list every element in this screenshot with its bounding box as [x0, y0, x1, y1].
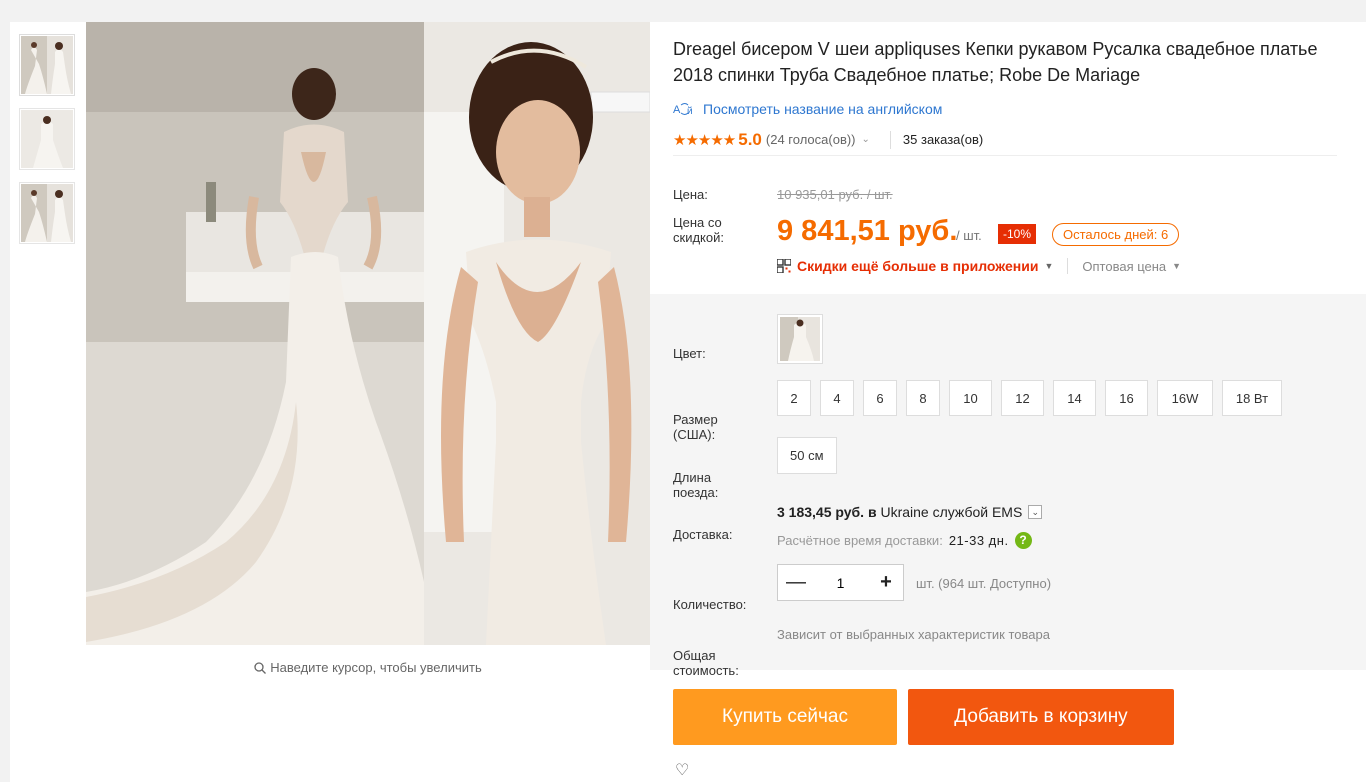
total-price-label-line2: стоимость: — [673, 663, 739, 678]
size-option[interactable]: 16W — [1157, 380, 1213, 416]
thumbnail-3[interactable] — [19, 182, 75, 244]
per-unit: / шт. — [956, 228, 982, 243]
eta-value: 21-33 дн. — [948, 533, 1009, 548]
svg-text:A: A — [673, 104, 681, 116]
shipping-dropdown-icon[interactable]: ⌄ — [1028, 505, 1043, 519]
dress-thumb-image — [21, 36, 73, 94]
help-icon[interactable]: ? — [1014, 532, 1032, 549]
color-swatch-image — [780, 317, 820, 361]
caret-down-icon[interactable]: ▼ — [1044, 261, 1053, 271]
wedding-dress-photo — [86, 22, 650, 645]
app-discount-link[interactable]: Скидки ещё больше в приложении — [797, 258, 1038, 274]
train-length-label: Длина поезда: — [673, 470, 718, 500]
available-stock: шт. (964 шт. Доступно) — [916, 576, 1052, 591]
zoom-hint: Наведите курсор, чтобы увеличить — [86, 660, 650, 675]
dress-thumb-image — [21, 184, 73, 242]
rating-votes[interactable]: (24 голоса(ов)) — [766, 132, 856, 147]
orders-count: 35 заказа(ов) — [902, 132, 984, 147]
svg-text:й: й — [687, 106, 693, 116]
total-price-label-line1: Общая — [673, 648, 716, 663]
price-label: Цена: — [673, 187, 708, 202]
thumbnail-list — [19, 34, 75, 256]
size-option[interactable]: 16 — [1105, 380, 1148, 416]
size-label-line2: (США): — [673, 427, 716, 442]
zoom-hint-text: Наведите курсор, чтобы увеличить — [270, 660, 482, 675]
size-label-line1: Размер — [673, 412, 718, 427]
eta-label: Расчётное время доставки: — [777, 533, 943, 548]
translate-icon: A й — [673, 103, 693, 116]
total-price-label: Общая стоимость: — [673, 648, 739, 678]
size-option[interactable]: 10 — [949, 380, 992, 416]
qr-code-icon — [777, 259, 791, 273]
main-product-image[interactable] — [86, 22, 650, 645]
discount-badge: -10% — [998, 224, 1037, 244]
magnifier-icon — [254, 662, 267, 674]
divider — [889, 130, 891, 149]
product-page: Наведите курсор, чтобы увеличить Dreagel… — [10, 22, 1366, 782]
delivery-estimate: Расчётное время доставки: 21-33 дн. ? — [777, 532, 1032, 549]
translate-link-text[interactable]: Посмотреть название на английском — [703, 101, 942, 117]
size-option[interactable]: 4 — [820, 380, 854, 416]
rating-row: ★★★★★ 5.0 (24 голоса(ов)) ⌄ 35 заказа(ов… — [673, 130, 1337, 156]
discount-price-label-line2: скидкой: — [673, 230, 724, 245]
discount-price-label: Цена со скидкой: — [673, 215, 724, 245]
divider — [1067, 258, 1069, 274]
app-discount-row: Скидки ещё больше в приложении ▼ Оптовая… — [777, 258, 1181, 274]
wholesale-price-link[interactable]: Оптовая цена — [1082, 259, 1166, 274]
color-label: Цвет: — [673, 346, 706, 361]
rating-score: 5.0 — [738, 129, 762, 149]
buy-now-button[interactable]: Купить сейчас — [673, 689, 897, 745]
days-left-badge: Осталось дней: 6 — [1052, 223, 1180, 246]
size-option[interactable]: 2 — [777, 380, 811, 416]
add-to-cart-button[interactable]: Добавить в корзину — [908, 689, 1174, 745]
shipping-price: 3 183,45 руб. — [777, 504, 865, 520]
discount-price: 9 841,51 руб. — [777, 215, 958, 247]
caret-down-icon[interactable]: ▼ — [1172, 261, 1181, 271]
thumbnail-2[interactable] — [19, 108, 75, 170]
size-label: Размер (США): — [673, 412, 718, 442]
product-title: Dreagel бисером V шеи appliquses Кепки р… — [673, 39, 1318, 85]
size-option[interactable]: 6 — [863, 380, 897, 416]
size-option[interactable]: 18 Вт — [1222, 380, 1282, 416]
translate-link[interactable]: A й Посмотреть название на английском — [673, 101, 942, 117]
old-price: 10 935,01 руб. / шт. — [777, 187, 893, 202]
size-option[interactable]: 14 — [1053, 380, 1096, 416]
quantity-minus-button[interactable]: — — [786, 571, 806, 594]
train-length-label-line1: Длина — [673, 470, 712, 485]
rating-stars-icon: ★★★★★ — [673, 131, 736, 149]
quantity-label: Количество: — [673, 597, 747, 612]
chevron-down-icon[interactable]: ⌄ — [862, 134, 870, 145]
quantity-stepper: — + — [777, 564, 904, 601]
color-option[interactable] — [777, 314, 823, 364]
size-options: 2 4 6 8 10 12 14 16 16W 18 Вт — [777, 380, 1291, 416]
quantity-plus-button[interactable]: + — [877, 571, 895, 594]
dress-thumb-image — [21, 110, 73, 168]
size-option[interactable]: 8 — [906, 380, 940, 416]
discount-price-label-line1: Цена со — [673, 215, 722, 230]
thumbnail-1[interactable] — [19, 34, 75, 96]
total-price-value: Зависит от выбранных характеристик товар… — [777, 627, 1050, 642]
train-length-option[interactable]: 50 см — [777, 437, 837, 474]
size-option[interactable]: 12 — [1001, 380, 1044, 416]
sku-options: Цвет: Размер (США): 2 4 6 8 10 12 14 16 … — [650, 294, 1366, 678]
train-length-label-line2: поезда: — [673, 485, 719, 500]
heart-icon[interactable]: ♡ — [675, 760, 689, 780]
quantity-input[interactable] — [820, 574, 861, 591]
shipping-label: Доставка: — [673, 527, 733, 542]
shipping-destination[interactable]: Ukraine службой EMS — [880, 504, 1022, 520]
shipping-in: в — [867, 504, 877, 520]
shipping-info: 3 183,45 руб. в Ukraine службой EMS ⌄ — [777, 504, 1043, 520]
